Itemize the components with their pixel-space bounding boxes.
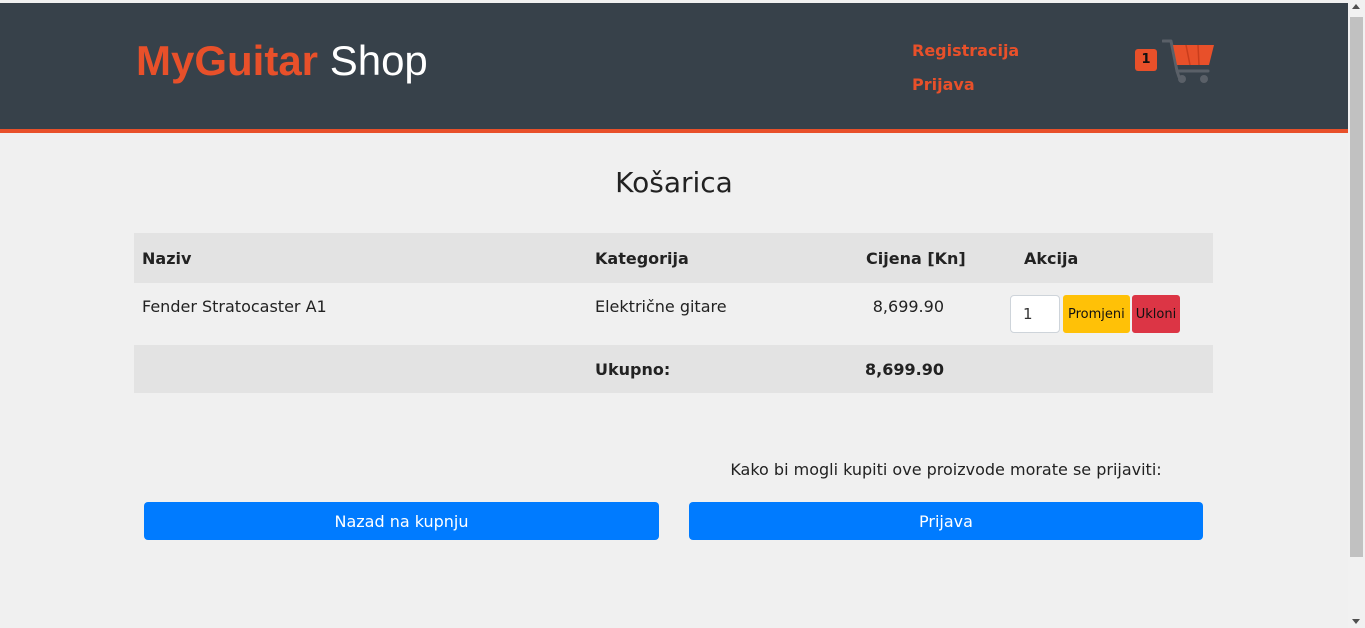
actions-group: Promjeni Ukloni [1010,295,1205,333]
site-logo[interactable]: MyGuitar Shop [136,37,428,85]
vertical-scrollbar[interactable] [1348,0,1365,628]
cart-icon[interactable] [1162,37,1216,85]
back-to-shop-button[interactable]: Nazad na kupnju [144,502,659,540]
table-header-row: Naziv Kategorija Cijena [Kn] Akcija [134,233,1213,283]
product-name: Fender Stratocaster A1 [142,297,327,316]
product-category: Električne gitare [595,297,727,316]
column-header-name: Naziv [142,248,192,268]
nav-register-link[interactable]: Registracija [912,41,1019,60]
nav-login-link[interactable]: Prijava [912,75,975,94]
page-title: Košarica [615,166,733,199]
scroll-up-arrow-icon[interactable] [1352,4,1360,9]
total-empty-cell-2 [1010,345,1213,393]
scroll-down-arrow-icon[interactable] [1352,619,1360,624]
total-row: Ukupno: 8,699.90 [134,345,1213,393]
site-header: MyGuitar Shop Registracija Prijava 1 [0,3,1348,133]
logo-suffix: Shop [329,37,428,84]
column-header-actions: Akcija [1024,248,1079,268]
total-empty-cell [134,345,587,393]
logo-brand: MyGuitar [136,37,319,84]
product-actions: Promjeni Ukloni [1010,283,1213,345]
table-row: Fender Stratocaster A1 Električne gitare… [134,283,1213,345]
cart-table: Naziv Kategorija Cijena [Kn] Akcija Fend… [134,233,1213,393]
remove-button[interactable]: Ukloni [1131,295,1181,333]
column-header-category: Kategorija [595,248,689,268]
scroll-thumb[interactable] [1350,17,1363,557]
product-price: 8,699.90 [872,297,944,316]
total-value: 8,699.90 [865,359,944,379]
cart-count-badge[interactable]: 1 [1135,49,1157,71]
quantity-input[interactable] [1010,295,1060,333]
login-note: Kako bi mogli kupiti ove proizvode morat… [730,460,1162,479]
login-button[interactable]: Prijava [689,502,1203,540]
column-header-price: Cijena [Kn] [866,248,966,268]
total-label: Ukupno: [595,359,671,379]
update-button[interactable]: Promjeni [1063,295,1130,333]
